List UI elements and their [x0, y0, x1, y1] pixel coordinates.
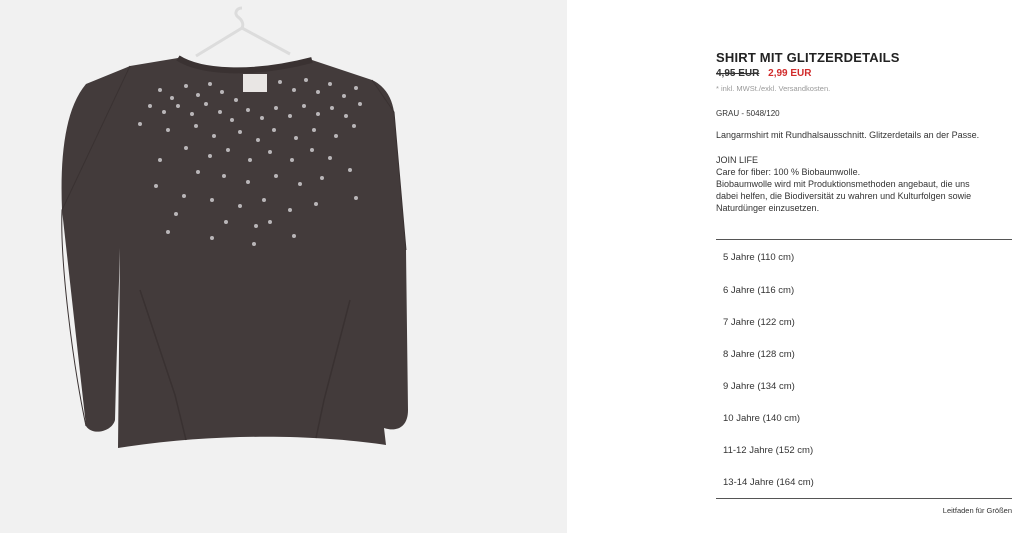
size-option-8[interactable]: 8 Jahre (128 cm): [716, 338, 1012, 370]
care-line: Naturdünger einzusetzen.: [716, 203, 820, 213]
color-reference: GRAU - 5048/120: [716, 109, 780, 118]
care-line: Biobaumwolle wird mit Produktionsmethode…: [716, 179, 970, 189]
size-option-9[interactable]: 9 Jahre (134 cm): [716, 370, 1012, 402]
shirt-illustration: [61, 6, 408, 448]
size-option-7[interactable]: 7 Jahre (122 cm): [716, 306, 1012, 338]
care-line: JOIN LIFE: [716, 155, 759, 165]
size-option-6[interactable]: 6 Jahre (116 cm): [716, 274, 1012, 306]
care-line: Care for fiber: 100 % Biobaumwolle.: [716, 167, 861, 177]
care-line: dabei helfen, die Biodiversität zu wahre…: [716, 191, 972, 201]
product-title: SHIRT MIT GLITZERDETAILS: [716, 50, 900, 65]
price-row: 4,95 EUR 2,99 EUR: [716, 68, 812, 79]
size-option-5[interactable]: 5 Jahre (110 cm): [716, 240, 1012, 274]
size-guide-link[interactable]: Leitfaden für Größen: [943, 506, 1012, 515]
tax-note: * inkl. MWSt./exkl. Versandkosten.: [716, 84, 831, 93]
size-selector: 5 Jahre (110 cm) 6 Jahre (116 cm) 7 Jahr…: [716, 239, 1012, 499]
hanger-icon: [195, 6, 291, 58]
product-description: Langarmshirt mit Rundhalsausschnitt. Gli…: [716, 130, 980, 140]
care-info: JOIN LIFE Care for fiber: 100 % Biobaumw…: [716, 154, 1012, 214]
size-option-13-14[interactable]: 13-14 Jahre (164 cm): [716, 466, 1012, 498]
product-image[interactable]: [0, 0, 567, 533]
shirt-body: [61, 55, 408, 448]
size-option-11-12[interactable]: 11-12 Jahre (152 cm): [716, 434, 1012, 466]
old-price: 4,95 EUR: [716, 68, 760, 79]
product-info-panel: SHIRT MIT GLITZERDETAILS 4,95 EUR 2,99 E…: [716, 0, 1012, 533]
sale-price: 2,99 EUR: [768, 68, 812, 79]
size-option-10[interactable]: 10 Jahre (140 cm): [716, 402, 1012, 434]
